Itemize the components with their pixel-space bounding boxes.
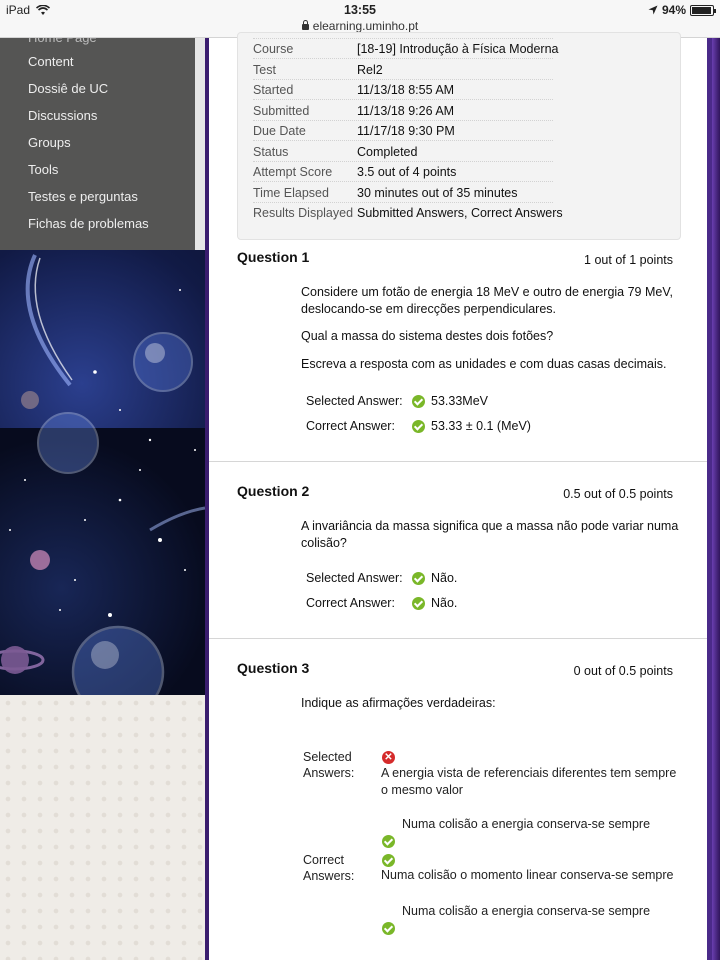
sidebar-item-discussions[interactable]: Discussions (0, 102, 195, 129)
correct-label-line-1: Correct (303, 853, 344, 867)
sidebar-item-testes[interactable]: Testes e perguntas (0, 183, 195, 210)
selected-answer-label: Selected Answer: (306, 394, 403, 408)
sidebar-item-home-page[interactable]: Home Page (0, 38, 195, 48)
question-1-points: 1 out of 1 points (584, 253, 673, 267)
question-3-title: Question 3 (237, 660, 310, 676)
check-icon (412, 571, 425, 585)
incorrect-icon: ✕ (382, 751, 395, 764)
correct-answers-label: Correct Answers: (303, 852, 354, 884)
selected-answers-label: Selected Answers: (303, 749, 354, 781)
correct-answer-label: Correct Answer: (306, 596, 395, 610)
selected-answer: Não. (412, 571, 457, 585)
test-results-page: Course [18-19] Introdução à Física Modern… (209, 32, 707, 960)
summary-label: Course (253, 42, 294, 56)
summary-label: Attempt Score (253, 165, 333, 179)
correct-answer-text: 53.33 ± 0.1 (MeV) (431, 419, 531, 433)
check-icon (382, 854, 395, 867)
correct-answer-1: Numa colisão o momento linear conserva-s… (381, 868, 674, 882)
selected-label-line-1: Selected (303, 750, 352, 764)
summary-value: Rel2 (357, 63, 383, 77)
summary-label: Status (253, 145, 289, 159)
question-2-title: Question 2 (237, 483, 310, 499)
summary-label: Submitted (253, 104, 310, 118)
selected-answer-2: Numa colisão a energia conserva-se sempr… (402, 817, 651, 831)
correct-label-line-2: Answers: (303, 869, 355, 883)
summary-label: Due Date (253, 124, 306, 138)
summary-value: 11/17/18 9:30 PM (357, 124, 455, 138)
course-menu: Home Page Content Dossiê de UC Discussio… (0, 38, 195, 250)
correct-answer-label: Correct Answer: (306, 419, 395, 433)
summary-value: Completed (357, 145, 418, 159)
selected-answer: 53.33MeV (412, 394, 488, 408)
summary-value: 11/13/18 9:26 AM (357, 104, 455, 118)
summary-row-course: Course [18-19] Introdução à Física Modern… (253, 39, 559, 59)
selected-answer-1: A energia vista de referenciais diferent… (381, 766, 677, 797)
sidebar-item-fichas[interactable]: Fichas de problemas (0, 210, 195, 237)
correct-answer: 53.33 ± 0.1 (MeV) (412, 419, 531, 433)
sidebar-item-dossie[interactable]: Dossiê de UC (0, 75, 195, 102)
battery-percent: 94% (661, 3, 686, 17)
question-3-text: Indique as afirmações verdadeiras: (301, 696, 496, 710)
page-background-pattern (0, 695, 205, 960)
summary-label: Started (253, 83, 294, 97)
status-right: 94% (648, 3, 716, 17)
selected-answer-text: 53.33MeV (431, 394, 488, 408)
battery-fill (692, 6, 711, 14)
summary-value: 3.5 out of 4 points (357, 165, 457, 179)
clock: 13:55 (344, 3, 376, 17)
summary-value: 11/13/18 8:55 AM (357, 83, 455, 97)
check-icon (412, 596, 425, 610)
frame-edge (712, 38, 720, 960)
question-1-text-2: Qual a massa do sistema destes dois fotõ… (301, 329, 554, 343)
check-icon (382, 922, 395, 935)
question-separator (209, 461, 707, 462)
location-arrow-icon (648, 5, 658, 15)
sidebar-item-tools[interactable]: Tools (0, 156, 195, 183)
question-2-points: 0.5 out of 0.5 points (563, 487, 673, 501)
summary-row-attempt-score: Attempt Score 3.5 out of 4 points (253, 162, 553, 182)
correct-answer-text: Não. (431, 596, 458, 610)
attempt-summary: Course [18-19] Introdução à Física Modern… (237, 32, 681, 240)
question-1-title: Question 1 (237, 249, 310, 265)
question-2-text: A invariância da massa significa que a m… (301, 519, 679, 550)
summary-row-due-date: Due Date 11/17/18 9:30 PM (253, 121, 553, 141)
battery-icon (690, 4, 716, 16)
correct-answer: Não. (412, 596, 457, 610)
check-icon (412, 394, 425, 408)
check-icon (412, 419, 425, 433)
selected-answer-text: Não. (431, 571, 458, 585)
summary-value: Submitted Answers, Correct Answers (357, 206, 563, 220)
summary-row-results-displayed: Results Displayed Submitted Answers, Corr… (253, 203, 583, 223)
summary-row-cut (253, 31, 553, 39)
selected-answer-label: Selected Answer: (306, 571, 403, 585)
summary-label: Time Elapsed (253, 186, 329, 200)
summary-row-started: Started 11/13/18 8:55 AM (253, 80, 553, 100)
question-3-points: 0 out of 0.5 points (573, 664, 673, 678)
question-separator (209, 638, 707, 639)
question-1-text-1: Considere um fotão de energia 18 MeV e o… (301, 285, 674, 316)
summary-row-test: Test Rel2 (253, 60, 553, 80)
sidebar-item-groups[interactable]: Groups (0, 129, 195, 156)
sidebar-gutter (195, 38, 205, 250)
check-icon (382, 835, 395, 848)
selected-label-line-2: Answers: (303, 766, 355, 780)
summary-value: 30 minutes out of 35 minutes (357, 186, 518, 200)
space-background-image (0, 250, 205, 695)
summary-label: Results Displayed (253, 206, 354, 220)
question-1-text-3: Escreva a resposta com as unidades e com… (301, 357, 667, 371)
summary-label: Test (253, 63, 276, 77)
space-illustration (0, 254, 205, 695)
correct-answer-2: Numa colisão a energia conserva-se sempr… (402, 904, 651, 918)
summary-row-time-elapsed: Time Elapsed 30 minutes out of 35 minutes (253, 183, 553, 203)
lock-icon (301, 20, 309, 30)
summary-value: [18-19] Introdução à Física Moderna (357, 42, 559, 56)
summary-row-status: Status Completed (253, 142, 553, 162)
sidebar-item-content[interactable]: Content (0, 48, 195, 75)
summary-row-submitted: Submitted 11/13/18 9:26 AM (253, 101, 553, 121)
